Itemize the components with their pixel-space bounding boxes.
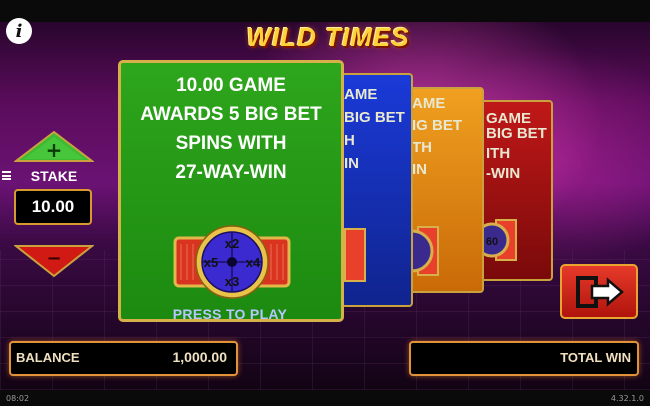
- multiplier-left: x5: [204, 255, 218, 270]
- multiplier-wheel-icon: x2 x4 x3 x5: [173, 225, 291, 299]
- card-red-wheel: 60: [482, 219, 517, 261]
- stake-decrease-button[interactable]: −: [14, 244, 94, 278]
- multiplier-right: x4: [246, 255, 261, 270]
- press-to-play-button[interactable]: PRESS TO PLAY: [158, 306, 302, 322]
- card-orange-line1: AME: [412, 95, 446, 112]
- card-blue-line3: H: [344, 132, 355, 149]
- clock-time: 08:02: [6, 394, 30, 403]
- total-win-panel: TOTAL WIN: [409, 341, 639, 376]
- selected-card-line2: AWARDS 5 BIG BET: [140, 104, 322, 125]
- version-text: 4.32.1.0: [610, 394, 644, 403]
- card-blue-wheel: [344, 228, 366, 282]
- card-orange-line3: TH: [412, 139, 432, 156]
- stake-increase-button[interactable]: +: [14, 131, 94, 163]
- game-card-blue[interactable]: AME BIG BET H IN: [341, 73, 413, 307]
- card-red-wheel-text: 60: [486, 236, 498, 248]
- card-blue-line2: BIG BET: [344, 109, 405, 126]
- exit-button[interactable]: [560, 264, 638, 319]
- card-orange-line2: IG BET: [412, 117, 463, 134]
- multiplier-bottom: x3: [225, 274, 239, 289]
- card-orange-wheel: [410, 226, 439, 276]
- card-red-line4: -WIN: [486, 165, 521, 182]
- balance-label: BALANCE: [16, 350, 80, 365]
- top-bar: [0, 0, 650, 22]
- selected-card-line1: 10.00 GAME: [176, 75, 286, 96]
- balance-panel: BALANCE 1,000.00: [9, 341, 238, 376]
- stake-label: STAKE: [30, 168, 78, 184]
- plus-icon: +: [46, 138, 63, 162]
- multiplier-top: x2: [225, 236, 239, 251]
- game-card-orange[interactable]: AME IG BET TH IN: [408, 87, 484, 293]
- minus-icon: −: [46, 248, 61, 269]
- info-icon[interactable]: i: [6, 18, 32, 44]
- game-logo: WILD TIMES: [246, 22, 410, 52]
- exit-icon: [576, 276, 624, 308]
- selected-card-title: 10.00 GAME AWARDS 5 BIG BET SPINS WITH 2…: [121, 71, 341, 187]
- card-orange-line4: IN: [412, 161, 427, 178]
- bottom-bar: [0, 390, 650, 406]
- card-blue-line1: AME: [344, 86, 378, 103]
- total-win-label: TOTAL WIN: [560, 350, 631, 365]
- stake-value: 10.00: [14, 189, 92, 225]
- card-blue-line4: IN: [344, 155, 359, 172]
- selected-card-line4: 27-WAY-WIN: [175, 162, 287, 183]
- balance-value: 1,000.00: [172, 349, 228, 365]
- game-card-red[interactable]: GAME BIG BET ITH -WIN 60: [478, 100, 553, 281]
- hamburger-menu-icon[interactable]: [2, 171, 11, 180]
- selected-card-line3: SPINS WITH: [175, 133, 287, 154]
